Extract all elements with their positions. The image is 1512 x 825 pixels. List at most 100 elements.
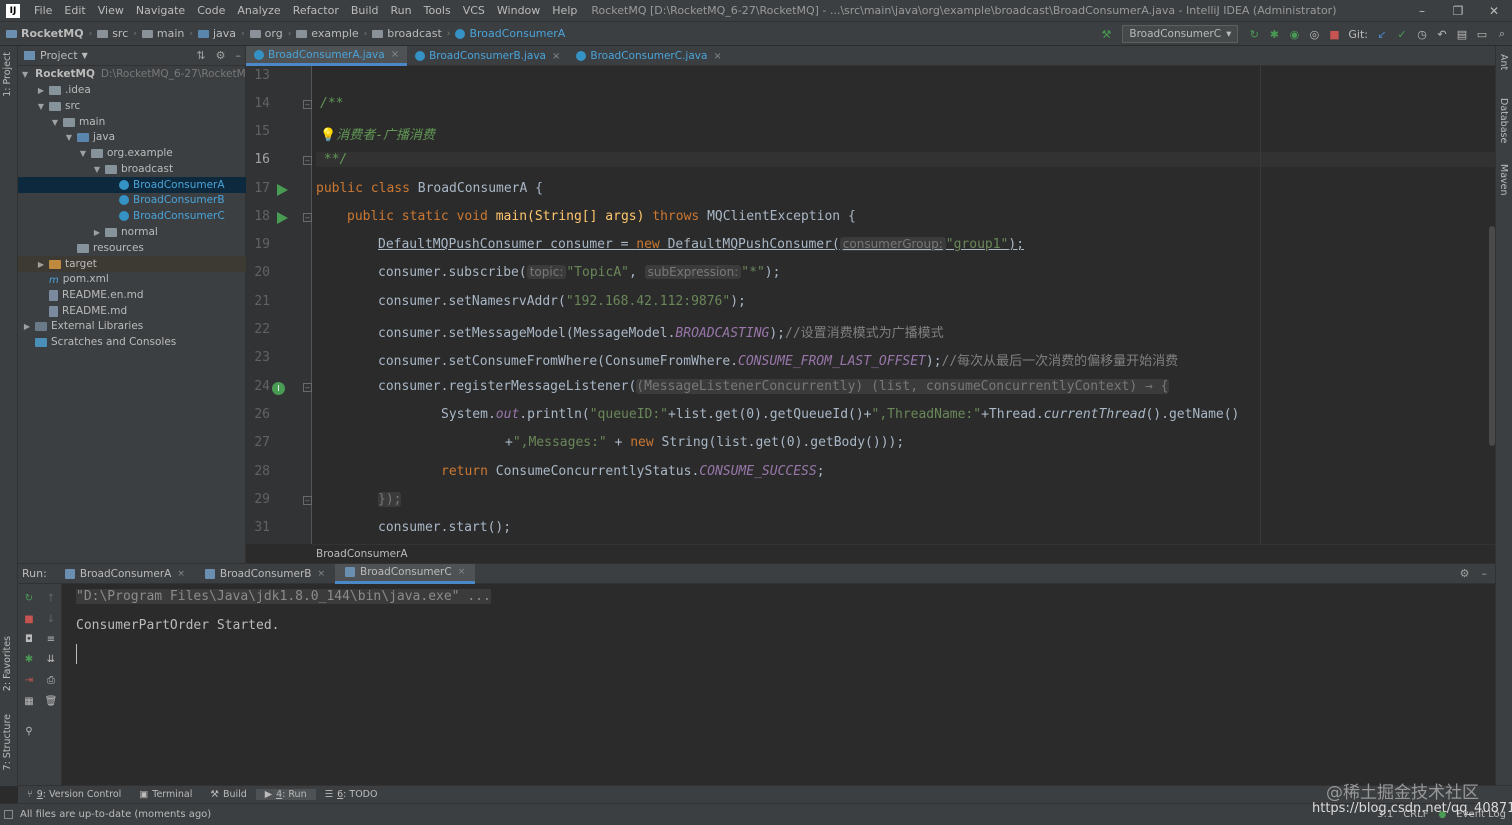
coverage-icon[interactable]: ◉ bbox=[1284, 24, 1304, 44]
tree-item--idea[interactable]: ▶ .idea bbox=[18, 82, 246, 98]
close-icon[interactable]: × bbox=[458, 567, 466, 577]
tool-tab-todo[interactable]: ☰ 6: TODO bbox=[316, 789, 387, 800]
debug-bug-icon[interactable]: ✱ bbox=[21, 651, 37, 667]
tree-item-broadconsumerc[interactable]: BroadConsumerC bbox=[18, 208, 246, 224]
chevron-down-icon[interactable]: ▼ bbox=[36, 102, 46, 111]
tree-item-java[interactable]: ▼ java bbox=[18, 129, 246, 145]
tree-item-broadcast[interactable]: ▼ broadcast bbox=[18, 161, 246, 177]
chevron-down-icon[interactable]: ▼ bbox=[78, 149, 88, 158]
nav-crumb-broadcast[interactable]: broadcast bbox=[369, 27, 445, 40]
code-area[interactable]: /** 💡消费者-广播消费 **/ public class BroadCons… bbox=[312, 66, 1495, 544]
chevron-right-icon[interactable]: ▶ bbox=[36, 260, 46, 269]
nav-crumb-current-file[interactable]: BroadConsumerA bbox=[452, 27, 568, 40]
tool-tab-ant[interactable]: Ant bbox=[1498, 54, 1509, 70]
camera-icon[interactable]: ◘ bbox=[21, 631, 37, 647]
chevron-right-icon[interactable]: ▶ bbox=[92, 228, 102, 237]
tool-tab-favorites[interactable]: 2: Favorites bbox=[2, 636, 13, 691]
git-rollback-icon[interactable]: ↶ bbox=[1432, 24, 1452, 44]
close-icon[interactable]: × bbox=[552, 51, 560, 62]
maximize-button[interactable]: ❐ bbox=[1440, 0, 1476, 22]
tree-item-broadconsumerb[interactable]: BroadConsumerB bbox=[18, 192, 246, 208]
collapse-all-icon[interactable]: ⇅ bbox=[196, 49, 205, 62]
search-icon[interactable]: ⌕ bbox=[1492, 24, 1512, 44]
tree-item-target[interactable]: ▶ target bbox=[18, 256, 246, 272]
tree-item-external-libraries[interactable]: ▶ External Libraries bbox=[18, 318, 246, 334]
close-icon[interactable]: × bbox=[391, 49, 399, 60]
nav-crumb-src[interactable]: src bbox=[94, 27, 131, 40]
editor-tab-broadconsumera[interactable]: BroadConsumerA.java × bbox=[246, 46, 408, 66]
run-main-icon[interactable] bbox=[277, 212, 288, 224]
fold-icon[interactable]: − bbox=[303, 213, 312, 222]
chevron-right-icon[interactable]: ▶ bbox=[22, 322, 32, 331]
tree-item-scratches-and-consoles[interactable]: Scratches and Consoles bbox=[18, 334, 246, 350]
menu-build[interactable]: Build bbox=[345, 4, 385, 17]
project-panel-title[interactable]: Project bbox=[40, 49, 78, 62]
close-icon[interactable]: × bbox=[713, 51, 721, 62]
tool-tab-maven[interactable]: Maven bbox=[1498, 164, 1509, 196]
stop-icon[interactable]: ■ bbox=[1324, 24, 1344, 44]
pin-icon[interactable]: ⚲ bbox=[21, 723, 37, 739]
tool-tab-terminal[interactable]: ▣ Terminal bbox=[130, 789, 201, 800]
soft-wrap-icon[interactable]: ≡ bbox=[43, 631, 59, 647]
implements-method-icon[interactable]: I bbox=[272, 382, 285, 395]
tool-tab-run[interactable]: ▶ 4: Run bbox=[255, 789, 316, 800]
menu-file[interactable]: File bbox=[28, 4, 58, 17]
git-commit-icon[interactable]: ✓ bbox=[1392, 24, 1412, 44]
gear-icon[interactable]: ⚙ bbox=[216, 49, 226, 62]
chevron-right-icon[interactable]: ▶ bbox=[36, 86, 46, 95]
console-command-line[interactable]: "D:\Program Files\Java\jdk1.8.0_144\bin\… bbox=[76, 589, 491, 604]
tool-tab-version-control[interactable]: ⑂ 9: Version Control bbox=[18, 789, 130, 800]
run-tab-broadconsumerb[interactable]: BroadConsumerB × bbox=[195, 564, 335, 584]
tool-tab-structure[interactable]: 7: Structure bbox=[2, 714, 13, 770]
tree-item-broadconsumera[interactable]: BroadConsumerA bbox=[18, 177, 246, 193]
rerun-icon[interactable]: ↻ bbox=[1244, 24, 1264, 44]
debug-icon[interactable]: ✱ bbox=[1264, 24, 1284, 44]
layout-icon[interactable]: ▦ bbox=[21, 693, 37, 709]
tree-item-readme-en-md[interactable]: README.en.md bbox=[18, 287, 246, 303]
run-tab-broadconsumerc[interactable]: BroadConsumerC × bbox=[335, 563, 476, 584]
fold-icon[interactable]: − bbox=[303, 496, 312, 505]
nav-crumb-project[interactable]: RocketMQ bbox=[0, 27, 87, 40]
tree-item-org-example[interactable]: ▼ org.example bbox=[18, 145, 246, 161]
minimize-button[interactable]: – bbox=[1404, 0, 1440, 22]
close-icon[interactable]: × bbox=[317, 569, 325, 579]
exit-icon[interactable]: ⇥ bbox=[21, 672, 37, 688]
project-structure-icon[interactable]: ▤ bbox=[1452, 24, 1472, 44]
tree-item-pom-xml[interactable]: m pom.xml bbox=[18, 271, 246, 287]
tree-item-rocketmq[interactable]: ▼ RocketMQ D:\RocketMQ_6-27\RocketMQ bbox=[18, 66, 254, 82]
hide-panel-icon[interactable]: – bbox=[1482, 567, 1488, 580]
fold-icon[interactable]: − bbox=[303, 156, 312, 165]
tool-tab-build[interactable]: ⚒ Build bbox=[201, 789, 255, 800]
print-icon[interactable]: ⎙ bbox=[43, 672, 59, 688]
arrow-down-icon[interactable]: ↓ bbox=[43, 611, 59, 627]
menu-view[interactable]: View bbox=[92, 4, 130, 17]
menu-edit[interactable]: Edit bbox=[58, 4, 91, 17]
menu-window[interactable]: Window bbox=[491, 4, 546, 17]
run-configuration-select[interactable]: BroadConsumerC ▾ bbox=[1122, 25, 1239, 43]
editor-tab-broadconsumerc[interactable]: BroadConsumerC.java × bbox=[568, 46, 729, 66]
menu-run[interactable]: Run bbox=[385, 4, 418, 17]
git-update-icon[interactable]: ↙ bbox=[1372, 24, 1392, 44]
menu-vcs[interactable]: VCS bbox=[457, 4, 491, 17]
chevron-down-icon[interactable]: ▼ bbox=[22, 70, 28, 79]
git-history-icon[interactable]: ◷ bbox=[1412, 24, 1432, 44]
tree-item-main[interactable]: ▼ main bbox=[18, 114, 246, 130]
tool-tab-database[interactable]: Database bbox=[1498, 98, 1509, 143]
toggle-tool-windows-icon[interactable] bbox=[4, 810, 13, 819]
chevron-down-icon[interactable]: ▼ bbox=[64, 133, 74, 142]
chevron-down-icon[interactable]: ▼ bbox=[50, 118, 60, 127]
fold-icon[interactable]: − bbox=[303, 100, 312, 109]
tool-tab-project[interactable]: 1: Project bbox=[2, 52, 13, 97]
tree-item-readme-md[interactable]: README.md bbox=[18, 303, 246, 319]
menu-code[interactable]: Code bbox=[191, 4, 231, 17]
presentation-icon[interactable]: ▭ bbox=[1472, 24, 1492, 44]
rerun-icon[interactable]: ↻ bbox=[21, 590, 37, 606]
trash-icon[interactable]: 🗑 bbox=[43, 693, 59, 709]
stop-icon[interactable]: ■ bbox=[21, 611, 37, 627]
scroll-to-end-icon[interactable]: ⇊ bbox=[43, 651, 59, 667]
nav-crumb-java[interactable]: java bbox=[195, 27, 239, 40]
menu-tools[interactable]: Tools bbox=[418, 4, 457, 17]
lightbulb-icon[interactable]: 💡 bbox=[320, 128, 336, 143]
close-window-button[interactable]: ✕ bbox=[1476, 0, 1512, 22]
nav-crumb-example[interactable]: example bbox=[293, 27, 361, 40]
